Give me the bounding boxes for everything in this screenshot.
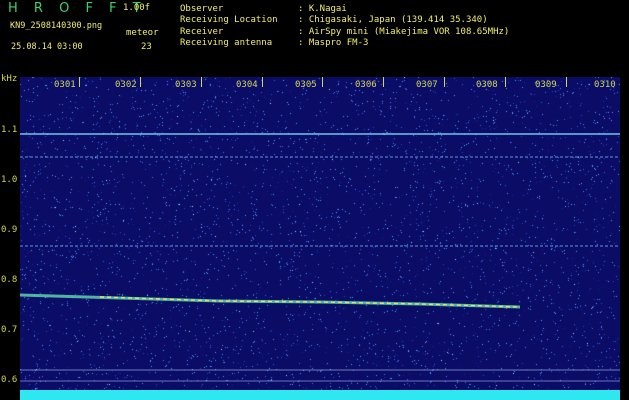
info-row-observer: Observer : K.Nagai (180, 4, 347, 14)
power-scale-bar (20, 390, 620, 400)
x-tick-mark (201, 77, 202, 87)
x-tick-mark (262, 77, 263, 87)
x-tick-mark (140, 77, 141, 87)
x-tick-label: 0301 (54, 80, 76, 90)
version-label: 1.00f (123, 3, 151, 13)
y-tick-label: 1.1 (1, 125, 18, 135)
y-tick-label: 0.8 (1, 275, 18, 285)
x-tick-label: 0302 (115, 80, 137, 90)
x-tick-mark (444, 77, 445, 87)
spectrogram (20, 77, 620, 398)
spectrogram-overlay (20, 133, 620, 382)
y-tick-label: 0.6 (1, 375, 18, 385)
info-key: Observer (180, 4, 224, 14)
x-tick-label: 0305 (295, 80, 317, 90)
meteor-trace-core (99, 296, 521, 308)
x-tick-mark (505, 77, 506, 87)
x-tick-label: 0308 (476, 80, 498, 90)
y-axis-unit: kHz (1, 74, 18, 84)
x-tick-label: 0309 (535, 80, 557, 90)
info-key: Receiving antenna (180, 38, 273, 48)
x-tick-mark (383, 77, 384, 87)
meteor-label: meteor (126, 28, 159, 38)
info-row-receiver: Receiver : AirSpy mini (Miakejima VOR 108… (180, 27, 509, 37)
info-value: : Chigasaki, Japan (139.414 35.340) (298, 15, 488, 25)
x-tick-label: 0310 (594, 80, 616, 90)
info-row-antenna: Receiving antenna : Maspro FM-3 (180, 38, 368, 48)
x-tick-mark (322, 77, 323, 87)
info-key: Receiver (180, 27, 224, 37)
x-tick-label: 0303 (175, 80, 197, 90)
x-tick-mark (566, 77, 567, 87)
info-value: : K.Nagai (298, 4, 347, 14)
file-name: KN9_2508140300.png (10, 21, 103, 31)
x-tick-label: 0307 (416, 80, 438, 90)
info-key: Receiving Location (180, 15, 278, 25)
info-row-location: Receiving Location : Chigasaki, Japan (13… (180, 15, 488, 25)
y-tick-label: 0.7 (1, 325, 18, 335)
x-tick-label: 0306 (355, 80, 377, 90)
info-value: : AirSpy mini (Miakejima VOR 108.65MHz) (298, 27, 510, 37)
date-time: 25.08.14 03:00 (11, 42, 83, 52)
meteor-count: 23 (141, 42, 152, 52)
y-tick-label: 0.9 (1, 225, 18, 235)
y-tick-label: 1.0 (1, 175, 18, 185)
x-tick-label: 0304 (236, 80, 258, 90)
x-tick-mark (79, 77, 80, 87)
info-value: : Maspro FM-3 (298, 38, 369, 48)
